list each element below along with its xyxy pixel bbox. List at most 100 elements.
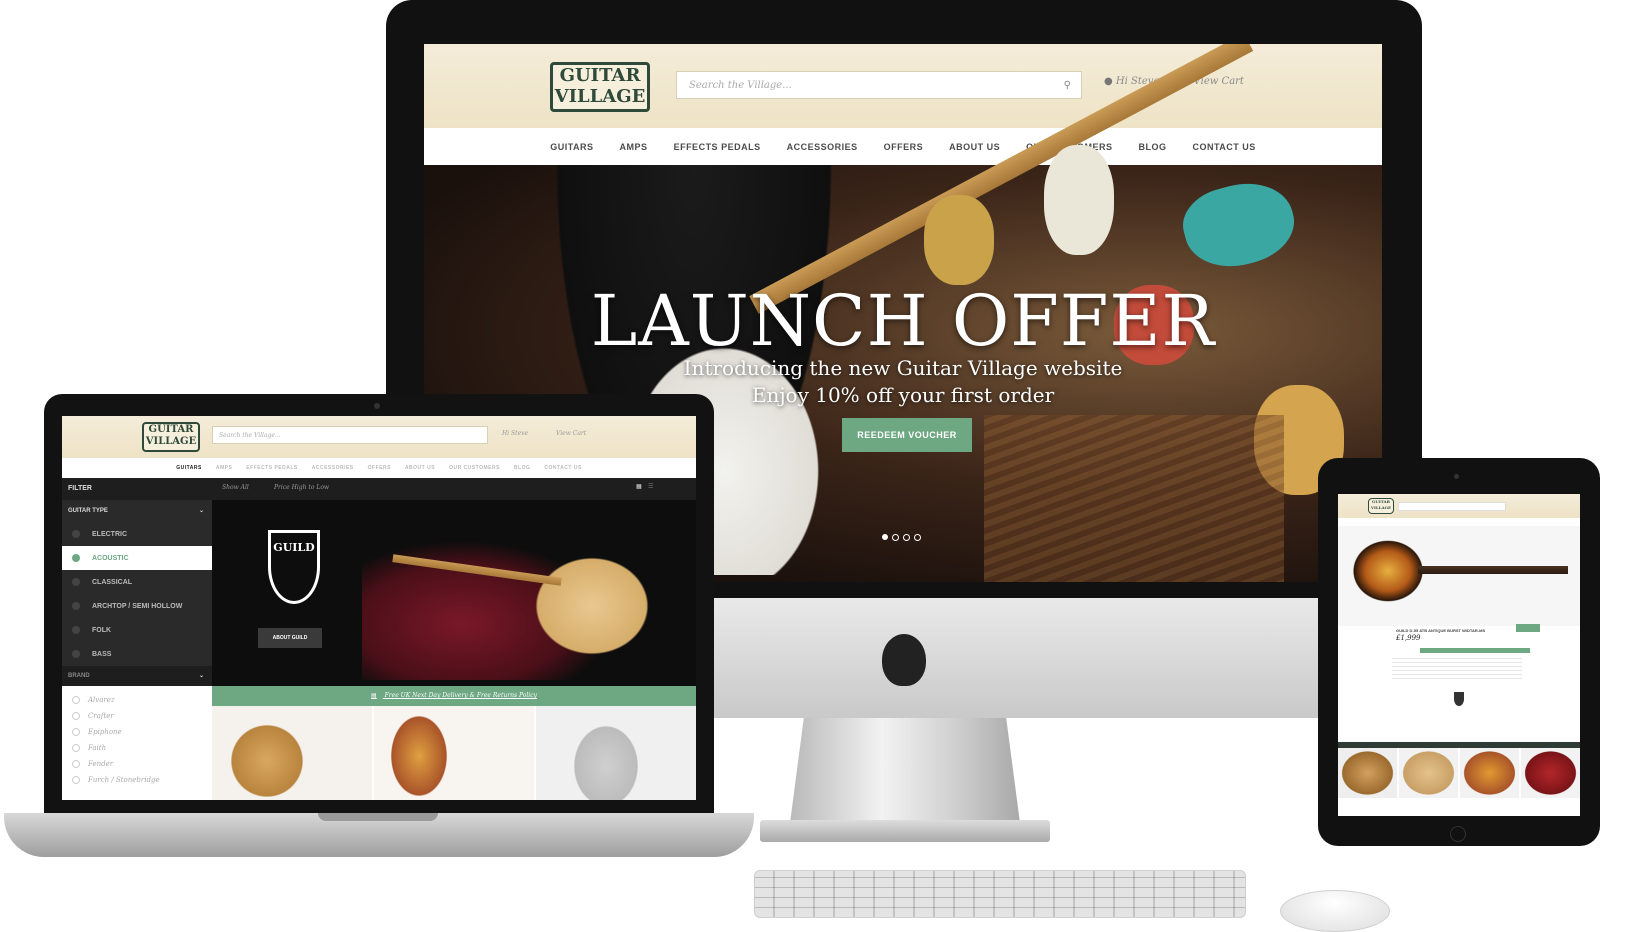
product-tile-3[interactable]: [536, 706, 696, 800]
tablet-guild-logo: [1454, 692, 1464, 706]
related-product[interactable]: [1521, 748, 1580, 798]
laptop-nav-offers[interactable]: OFFERS: [368, 465, 391, 471]
filter-option-label: ELECTRIC: [92, 530, 127, 538]
price-sort-select[interactable]: Price High to Low: [274, 484, 329, 491]
cream-guitar: [1044, 145, 1114, 255]
checkbox-icon: [72, 744, 80, 752]
brand-toggle[interactable]: BRAND ⌄: [62, 666, 212, 686]
main-nav: GUITARS AMPS EFFECTS PEDALS ACCESSORIES …: [424, 128, 1382, 165]
search-input[interactable]: Search the Village... ⚲: [676, 71, 1082, 99]
chevron-down-icon: ⌄: [198, 508, 204, 514]
list-view-icon[interactable]: ☰: [648, 483, 653, 490]
filter-heading: FILTER: [62, 478, 212, 500]
nav-blog[interactable]: BLOG: [1138, 142, 1166, 152]
filter-option-label: CLASSICAL: [92, 578, 133, 586]
search-icon[interactable]: ⚲: [1064, 72, 1071, 100]
slider-dots: [882, 534, 921, 541]
logo-line-2: VILLAGE: [554, 86, 646, 107]
site-logo[interactable]: GUITAR VILLAGE: [550, 62, 650, 112]
tablet-header: GUITAR VILLAGE: [1338, 494, 1580, 518]
related-product[interactable]: [1460, 748, 1519, 798]
logo-line-1: GUITAR: [559, 65, 641, 86]
slide-dot-1[interactable]: [882, 534, 888, 540]
tablet-logo[interactable]: GUITAR VILLAGE: [1368, 498, 1394, 514]
laptop-header: GUITAR VILLAGE Search the Village... Hi …: [62, 416, 696, 458]
related-product[interactable]: [1399, 748, 1458, 798]
nav-guitars[interactable]: GUITARS: [550, 142, 593, 152]
delivery-banner[interactable]: ▤ Free UK Next Day Delivery & Free Retur…: [212, 686, 696, 706]
filter-option-classical[interactable]: CLASSICAL: [62, 570, 212, 594]
apple-logo-icon: [882, 634, 926, 686]
laptop-cart-link[interactable]: View Cart: [556, 430, 586, 437]
laptop-search-placeholder: Search the Village...: [219, 432, 281, 439]
filter-option-label: BASS: [92, 650, 112, 658]
laptop-nav-blog[interactable]: BLOG: [514, 465, 530, 471]
filter-option-acoustic[interactable]: ACOUSTIC: [62, 546, 212, 570]
tablet-home-button: [1450, 826, 1466, 842]
filter-option-label: FOLK: [92, 626, 112, 634]
laptop-notch: [318, 813, 438, 821]
filter-option-archtop[interactable]: ARCHTOP / SEMI HOLLOW: [62, 594, 212, 618]
user-icon: ●: [1104, 76, 1113, 87]
brand-option-epiphone[interactable]: Epiphone: [62, 724, 212, 740]
laptop-logo[interactable]: GUITAR VILLAGE: [142, 422, 200, 452]
product-image: [222, 716, 312, 800]
filter-option-folk[interactable]: FOLK: [62, 618, 212, 642]
radio-icon: [72, 650, 80, 658]
nav-contact-us[interactable]: CONTACT US: [1192, 142, 1255, 152]
redeem-voucher-button[interactable]: REEDEEM VOUCHER: [842, 418, 972, 452]
guitar-type-heading: GUITAR TYPE: [68, 508, 108, 514]
slide-dot-3[interactable]: [903, 534, 910, 541]
laptop-nav-accessories[interactable]: ACCESSORIES: [312, 465, 354, 471]
laptop-user-link[interactable]: Hi Steve: [502, 430, 528, 437]
brand-option-faith[interactable]: Faith: [62, 740, 212, 756]
checkbox-icon: [72, 712, 80, 720]
guitar-type-toggle[interactable]: GUITAR TYPE ⌄: [62, 500, 212, 522]
nav-amps[interactable]: AMPS: [620, 142, 648, 152]
product-tile-2[interactable]: [374, 706, 534, 800]
brand-list: Alvarez Crafter Epiphone Faith Fender Fu…: [62, 686, 212, 800]
filter-option-electric[interactable]: ELECTRIC: [62, 522, 212, 546]
nav-effects-pedals[interactable]: EFFECTS PEDALS: [674, 142, 761, 152]
show-all-select[interactable]: Show All: [222, 484, 249, 491]
tablet-search-input[interactable]: [1398, 502, 1506, 511]
delivery-text: Free UK Next Day Delivery & Free Returns…: [384, 692, 537, 699]
brand-option-crafter[interactable]: Crafter: [62, 708, 212, 724]
about-guild-button[interactable]: ABOUT GUILD: [258, 628, 322, 648]
laptop-nav-effects[interactable]: EFFECTS PEDALS: [246, 465, 297, 471]
acoustic-guitar-image: [522, 546, 662, 666]
slide-dot-2[interactable]: [892, 534, 899, 541]
tablet-add-to-cart-button[interactable]: [1516, 624, 1540, 632]
radio-icon: [72, 578, 80, 586]
laptop-nav-contact[interactable]: CONTACT US: [544, 465, 581, 471]
filter-option-label: ACOUSTIC: [92, 554, 129, 562]
filter-sidebar: FILTER GUITAR TYPE ⌄ ELECTRIC ACOUSTIC C…: [62, 478, 212, 800]
keyboard: [754, 870, 1246, 918]
product-tile-1[interactable]: [212, 706, 372, 800]
tablet-website: GUITAR VILLAGE GUILD D-55 ATB ANTIQUE BU…: [1338, 494, 1580, 816]
nav-about-us[interactable]: ABOUT US: [949, 142, 1000, 152]
filter-option-bass[interactable]: BASS: [62, 642, 212, 666]
tablet-product-gallery: [1338, 526, 1580, 626]
laptop-nav-guitars[interactable]: GUITARS: [176, 465, 202, 471]
laptop-nav-customers[interactable]: OUR CUSTOMERS: [449, 465, 500, 471]
brand-option-alvarez[interactable]: Alvarez: [62, 692, 212, 708]
related-product[interactable]: [1338, 748, 1397, 798]
grid-view-icon[interactable]: ▦: [636, 483, 642, 490]
laptop-search-input[interactable]: Search the Village...: [212, 426, 488, 444]
laptop-nav-amps[interactable]: AMPS: [216, 465, 232, 471]
brand-option-fender[interactable]: Fender: [62, 756, 212, 772]
truck-icon: ▤: [371, 692, 377, 699]
nav-accessories[interactable]: ACCESSORIES: [787, 142, 858, 152]
laptop-camera: [374, 403, 380, 409]
brand-option-furch[interactable]: Furch / Stonebridge: [62, 772, 212, 788]
guild-logo: GUILD: [268, 530, 320, 604]
laptop-nav-about[interactable]: ABOUT US: [405, 465, 435, 471]
sunburst-guitar: [924, 195, 994, 285]
nav-offers[interactable]: OFFERS: [884, 142, 924, 152]
search-placeholder: Search the Village...: [689, 80, 792, 91]
teal-guitar: [1175, 172, 1303, 278]
tablet-product-name: GUILD D-55 ATB ANTIQUE BURST W/DTAR-MS: [1396, 628, 1486, 633]
slide-dot-4[interactable]: [914, 534, 921, 541]
tablet-tabs[interactable]: [1420, 648, 1530, 653]
